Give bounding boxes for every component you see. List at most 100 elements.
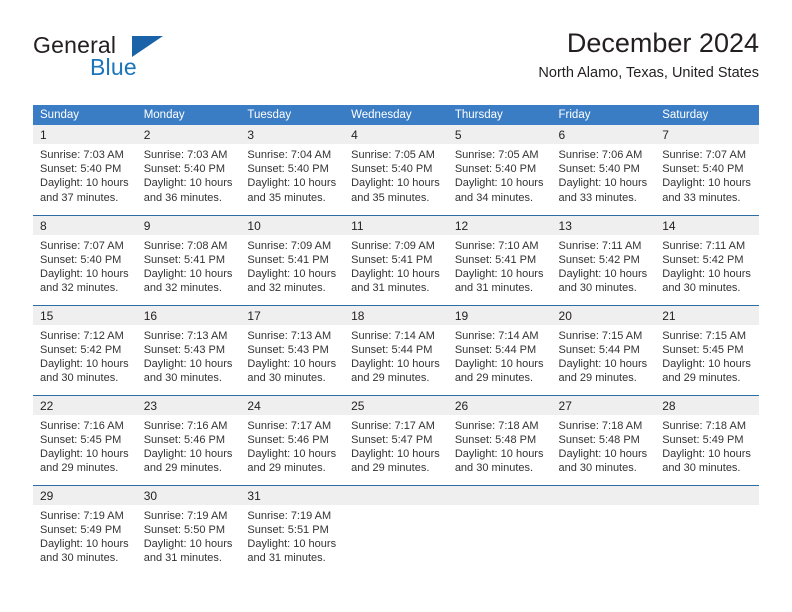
day-cell[interactable]: 19 Sunrise: 7:14 AM Sunset: 5:44 PM Dayl… <box>447 304 552 395</box>
calendar-week-row: 15 Sunrise: 7:12 AM Sunset: 5:42 PM Dayl… <box>33 304 759 395</box>
day-number: 28 <box>655 395 759 415</box>
sunset-text: Sunset: 5:42 PM <box>558 253 640 266</box>
sunset-text: Sunset: 5:40 PM <box>247 163 329 176</box>
sunset-text: Sunset: 5:46 PM <box>143 433 226 446</box>
day-cell[interactable]: 4 Sunrise: 7:05 AM Sunset: 5:40 PM Dayli… <box>344 125 448 215</box>
day-details: Sunrise: 7:19 AM Sunset: 5:49 PM Dayligh… <box>33 505 137 566</box>
weekday-header-monday: Monday <box>136 105 241 125</box>
day-cell[interactable]: 16 Sunrise: 7:13 AM Sunset: 5:43 PM Dayl… <box>136 304 241 395</box>
day-cell[interactable]: 13 Sunrise: 7:11 AM Sunset: 5:42 PM Dayl… <box>551 214 656 305</box>
day-number: 24 <box>240 395 345 415</box>
day-cell[interactable]: 27 Sunrise: 7:18 AM Sunset: 5:48 PM Dayl… <box>551 394 656 485</box>
sunrise-text: Sunrise: 7:04 AM <box>247 149 332 161</box>
day-cell[interactable]: 18 Sunrise: 7:14 AM Sunset: 5:44 PM Dayl… <box>344 304 448 395</box>
day-number: 13 <box>551 215 656 235</box>
sunset-text: Sunset: 5:45 PM <box>662 343 744 356</box>
daylight-text-line1: Daylight: 10 hours <box>662 267 751 280</box>
day-cell[interactable]: 6 Sunrise: 7:06 AM Sunset: 5:40 PM Dayli… <box>551 125 656 215</box>
daylight-text-line2: and 33 minutes. <box>662 191 741 204</box>
day-cell-empty <box>447 484 552 575</box>
day-cell-empty <box>344 484 448 575</box>
sunset-text: Sunset: 5:42 PM <box>662 253 744 266</box>
day-details: Sunrise: 7:16 AM Sunset: 5:45 PM Dayligh… <box>33 415 137 476</box>
day-number: 6 <box>551 125 656 144</box>
day-cell[interactable]: 10 Sunrise: 7:09 AM Sunset: 5:41 PM Dayl… <box>240 214 345 305</box>
sunset-text: Sunset: 5:47 PM <box>351 433 433 446</box>
day-number <box>655 485 759 505</box>
day-cell[interactable]: 5 Sunrise: 7:05 AM Sunset: 5:40 PM Dayli… <box>447 125 552 215</box>
day-cell[interactable]: 17 Sunrise: 7:13 AM Sunset: 5:43 PM Dayl… <box>240 304 345 395</box>
page-header: General Blue December 2024 North Alamo, … <box>33 26 759 96</box>
day-cell[interactable]: 2 Sunrise: 7:03 AM Sunset: 5:40 PM Dayli… <box>136 125 241 215</box>
day-number: 21 <box>655 305 759 325</box>
day-details: Sunrise: 7:15 AM Sunset: 5:44 PM Dayligh… <box>552 325 656 386</box>
day-details: Sunrise: 7:14 AM Sunset: 5:44 PM Dayligh… <box>448 325 552 386</box>
day-number: 7 <box>655 125 759 144</box>
day-number: 15 <box>33 305 137 325</box>
day-details: Sunrise: 7:17 AM Sunset: 5:46 PM Dayligh… <box>240 415 344 476</box>
day-details: Sunrise: 7:13 AM Sunset: 5:43 PM Dayligh… <box>240 325 344 386</box>
sunset-text: Sunset: 5:45 PM <box>40 433 122 446</box>
day-cell-empty <box>551 484 656 575</box>
sunset-text: Sunset: 5:43 PM <box>143 343 226 356</box>
day-cell[interactable]: 20 Sunrise: 7:15 AM Sunset: 5:44 PM Dayl… <box>551 304 656 395</box>
sunset-text: Sunset: 5:48 PM <box>558 433 640 446</box>
day-cell[interactable]: 30 Sunrise: 7:19 AM Sunset: 5:50 PM Dayl… <box>136 484 241 575</box>
sunrise-text: Sunrise: 7:11 AM <box>662 239 746 252</box>
day-cell[interactable]: 23 Sunrise: 7:16 AM Sunset: 5:46 PM Dayl… <box>136 394 241 485</box>
daylight-text-line1: Daylight: 10 hours <box>662 357 751 370</box>
day-cell[interactable]: 1 Sunrise: 7:03 AM Sunset: 5:40 PM Dayli… <box>33 125 137 215</box>
weekday-header-friday: Friday <box>551 105 656 125</box>
daylight-text-line2: and 32 minutes. <box>247 282 326 295</box>
calendar-page: General Blue December 2024 North Alamo, … <box>0 0 792 612</box>
day-cell[interactable]: 7 Sunrise: 7:07 AM Sunset: 5:40 PM Dayli… <box>655 125 759 215</box>
day-details: Sunrise: 7:04 AM Sunset: 5:40 PM Dayligh… <box>240 144 344 205</box>
day-cell[interactable]: 21 Sunrise: 7:15 AM Sunset: 5:45 PM Dayl… <box>655 304 759 395</box>
day-details: Sunrise: 7:05 AM Sunset: 5:40 PM Dayligh… <box>448 144 552 205</box>
sunset-text: Sunset: 5:40 PM <box>143 163 226 176</box>
day-number: 11 <box>344 215 448 235</box>
sunrise-text: Sunrise: 7:08 AM <box>143 239 228 252</box>
day-cell[interactable]: 29 Sunrise: 7:19 AM Sunset: 5:49 PM Dayl… <box>33 484 137 575</box>
day-cell[interactable]: 24 Sunrise: 7:17 AM Sunset: 5:46 PM Dayl… <box>240 394 345 485</box>
day-cell[interactable]: 14 Sunrise: 7:11 AM Sunset: 5:42 PM Dayl… <box>655 214 759 305</box>
day-cell[interactable]: 25 Sunrise: 7:17 AM Sunset: 5:47 PM Dayl… <box>344 394 448 485</box>
daylight-text-line2: and 33 minutes. <box>558 191 637 204</box>
calendar-week-row: 22 Sunrise: 7:16 AM Sunset: 5:45 PM Dayl… <box>33 394 759 485</box>
sunset-text: Sunset: 5:51 PM <box>247 523 329 536</box>
sunrise-text: Sunrise: 7:03 AM <box>143 149 228 161</box>
daylight-text-line1: Daylight: 10 hours <box>558 267 648 280</box>
daylight-text-line2: and 29 minutes. <box>247 462 326 475</box>
day-cell[interactable]: 22 Sunrise: 7:16 AM Sunset: 5:45 PM Dayl… <box>33 394 137 485</box>
day-cell[interactable]: 12 Sunrise: 7:10 AM Sunset: 5:41 PM Dayl… <box>447 214 552 305</box>
daylight-text-line1: Daylight: 10 hours <box>351 357 440 370</box>
day-cell[interactable]: 31 Sunrise: 7:19 AM Sunset: 5:51 PM Dayl… <box>240 484 345 575</box>
daylight-text-line2: and 30 minutes. <box>143 372 222 385</box>
sunset-text: Sunset: 5:42 PM <box>40 343 122 356</box>
daylight-text-line1: Daylight: 10 hours <box>40 447 129 460</box>
sunrise-text: Sunrise: 7:18 AM <box>558 419 643 432</box>
daylight-text-line1: Daylight: 10 hours <box>143 537 233 550</box>
day-cell[interactable]: 3 Sunrise: 7:04 AM Sunset: 5:40 PM Dayli… <box>240 125 345 215</box>
day-cell[interactable]: 11 Sunrise: 7:09 AM Sunset: 5:41 PM Dayl… <box>344 214 448 305</box>
daylight-text-line2: and 29 minutes. <box>662 372 741 385</box>
day-number: 9 <box>136 215 241 235</box>
daylight-text-line1: Daylight: 10 hours <box>558 177 648 190</box>
daylight-text-line2: and 31 minutes. <box>351 282 430 295</box>
sunrise-text: Sunrise: 7:05 AM <box>454 149 539 161</box>
general-blue-logo[interactable]: General Blue <box>33 32 253 88</box>
sunset-text: Sunset: 5:50 PM <box>143 523 226 536</box>
sunrise-text: Sunrise: 7:13 AM <box>247 329 332 342</box>
sunset-text: Sunset: 5:44 PM <box>558 343 640 356</box>
day-details: Sunrise: 7:15 AM Sunset: 5:45 PM Dayligh… <box>655 325 759 386</box>
day-details: Sunrise: 7:07 AM Sunset: 5:40 PM Dayligh… <box>655 144 759 205</box>
day-cell[interactable]: 28 Sunrise: 7:18 AM Sunset: 5:49 PM Dayl… <box>655 394 759 485</box>
day-cell[interactable]: 15 Sunrise: 7:12 AM Sunset: 5:42 PM Dayl… <box>33 304 137 395</box>
day-details: Sunrise: 7:07 AM Sunset: 5:40 PM Dayligh… <box>33 235 137 296</box>
day-cell[interactable]: 8 Sunrise: 7:07 AM Sunset: 5:40 PM Dayli… <box>33 214 137 305</box>
day-number: 30 <box>136 485 241 505</box>
day-details: Sunrise: 7:12 AM Sunset: 5:42 PM Dayligh… <box>33 325 137 386</box>
daylight-text-line2: and 30 minutes. <box>558 282 637 295</box>
day-cell[interactable]: 26 Sunrise: 7:18 AM Sunset: 5:48 PM Dayl… <box>447 394 552 485</box>
day-cell[interactable]: 9 Sunrise: 7:08 AM Sunset: 5:41 PM Dayli… <box>136 214 241 305</box>
